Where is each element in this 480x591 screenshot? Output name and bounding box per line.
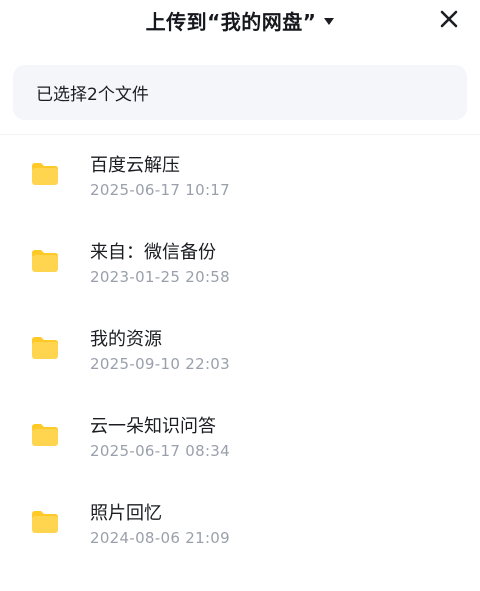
folder-timestamp: 2023-01-25 20:58 <box>90 268 230 286</box>
close-icon[interactable] <box>438 8 460 30</box>
selection-count-text: 已选择2个文件 <box>36 85 149 105</box>
folder-icon <box>32 511 58 533</box>
folder-row[interactable]: 照片回忆 2024-08-06 21:09 <box>0 483 480 570</box>
folder-icon <box>32 424 58 446</box>
folder-list: 百度云解压 2025-06-17 10:17 来自：微信备份 2023-01-2… <box>0 135 480 570</box>
folder-timestamp: 2025-06-17 10:17 <box>90 181 230 199</box>
folder-timestamp: 2024-08-06 21:09 <box>90 529 230 547</box>
page-title[interactable]: 上传到“我的网盘” <box>146 6 317 35</box>
folder-timestamp: 2025-09-10 22:03 <box>90 355 230 373</box>
folder-timestamp: 2025-06-17 08:34 <box>90 442 230 460</box>
selection-banner: 已选择2个文件 <box>13 65 467 120</box>
folder-name: 百度云解压 <box>90 155 180 176</box>
caret-down-icon[interactable] <box>324 17 335 25</box>
folder-name: 来自：微信备份 <box>90 242 216 263</box>
folder-name: 我的资源 <box>90 329 162 350</box>
folder-icon <box>32 250 58 272</box>
folder-row[interactable]: 来自：微信备份 2023-01-25 20:58 <box>0 222 480 309</box>
folder-row[interactable]: 百度云解压 2025-06-17 10:17 <box>0 135 480 222</box>
header: 上传到“我的网盘” <box>0 0 480 48</box>
folder-name: 照片回忆 <box>90 503 162 524</box>
folder-row[interactable]: 我的资源 2025-09-10 22:03 <box>0 309 480 396</box>
folder-row[interactable]: 云一朵知识问答 2025-06-17 08:34 <box>0 396 480 483</box>
title-dropdown[interactable]: 上传到“我的网盘” <box>0 6 480 34</box>
folder-name: 云一朵知识问答 <box>90 416 216 437</box>
folder-icon <box>32 337 58 359</box>
folder-icon <box>32 163 58 185</box>
